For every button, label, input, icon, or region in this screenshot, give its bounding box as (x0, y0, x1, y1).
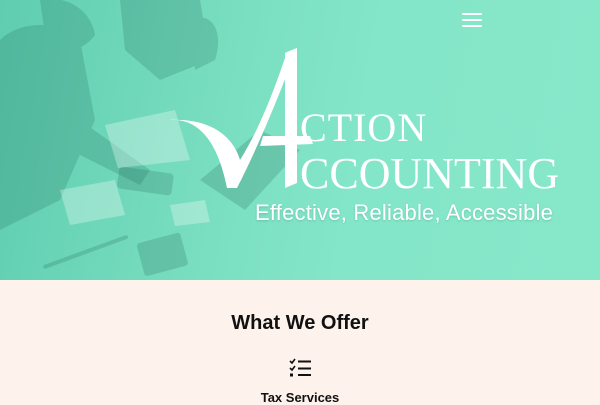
checklist-icon (289, 358, 311, 377)
hero-banner: CTION CCOUNTING Effective, Reliable, Acc… (0, 0, 600, 280)
logo-letter-a-mark (170, 48, 297, 188)
action-accounting-logo: CTION CCOUNTING (170, 48, 559, 198)
what-we-offer-section: What We Offer Tax Services (0, 280, 600, 405)
logo-line-1: CTION (300, 105, 427, 150)
hamburger-menu-icon[interactable] (462, 11, 482, 29)
service-label-tax-services[interactable]: Tax Services (0, 390, 600, 405)
hero-tagline: Effective, Reliable, Accessible (255, 200, 554, 225)
logo-line-2: CCOUNTING (300, 149, 559, 198)
section-title: What We Offer (231, 312, 369, 334)
